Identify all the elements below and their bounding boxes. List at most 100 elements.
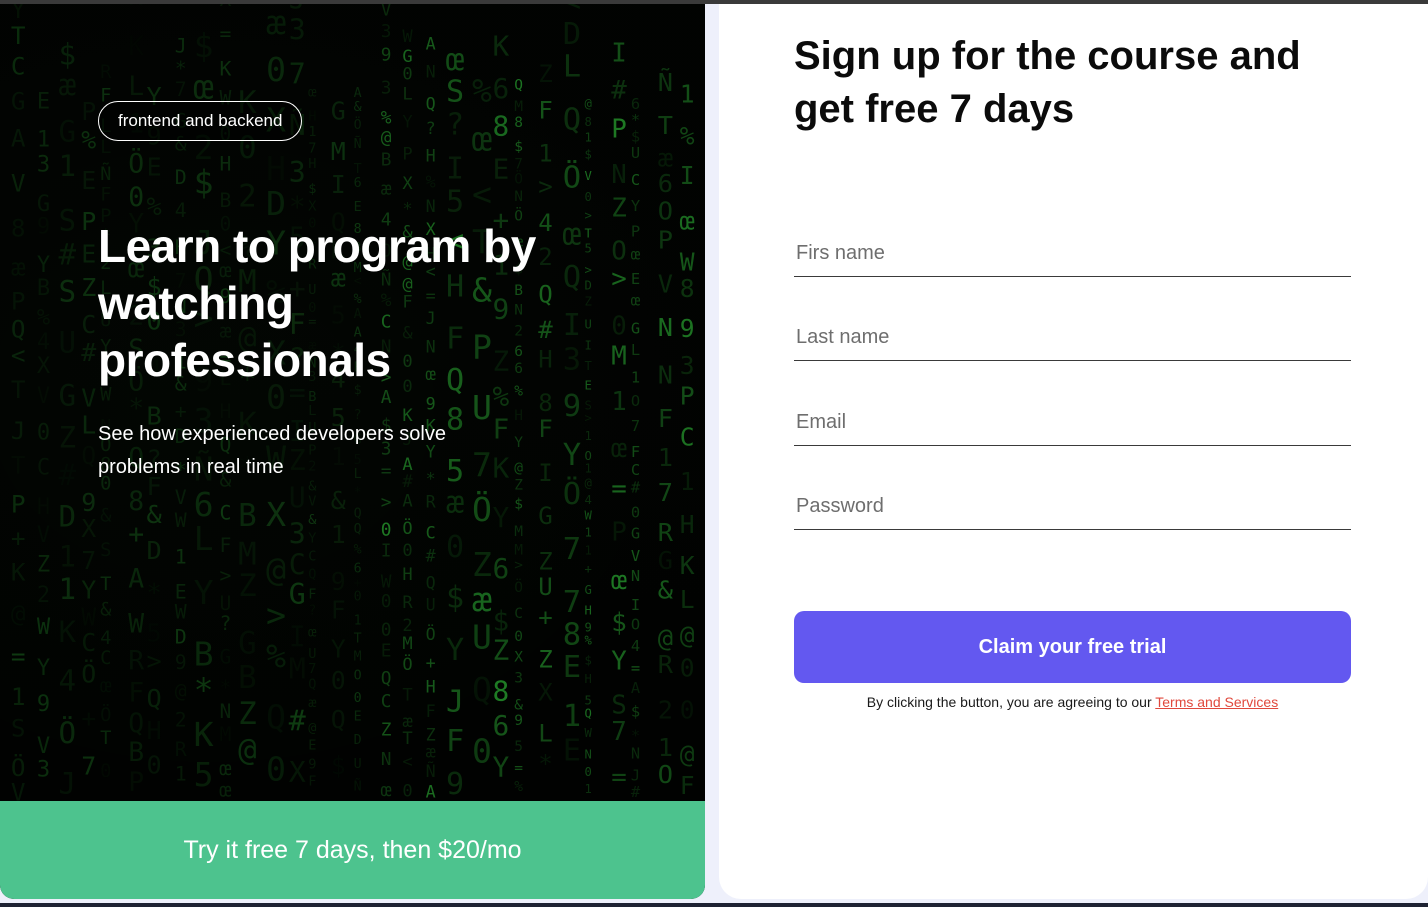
svg-text:9: 9 — [585, 620, 592, 634]
svg-text:1: 1 — [658, 733, 673, 762]
svg-text:8: 8 — [585, 115, 592, 129]
claim-free-trial-button[interactable]: Claim your free trial — [794, 611, 1351, 683]
trial-offer-banner: Try it free 7 days, then $20/mo — [0, 801, 705, 899]
svg-text:2: 2 — [175, 708, 187, 731]
svg-text:C: C — [381, 691, 392, 712]
svg-text:+: + — [538, 604, 553, 632]
svg-text:P: P — [11, 490, 26, 519]
svg-text:œ: œ — [100, 676, 112, 697]
svg-text:X: X — [538, 679, 553, 707]
email-field[interactable] — [794, 400, 1351, 446]
svg-text:*: * — [175, 57, 187, 80]
svg-text:1: 1 — [680, 80, 695, 109]
svg-text:U: U — [426, 595, 436, 615]
svg-text:Ö: Ö — [402, 517, 412, 539]
svg-text:$: $ — [493, 605, 510, 638]
svg-text:æ: æ — [381, 178, 392, 199]
svg-text:=: = — [220, 22, 232, 45]
svg-text:Z: Z — [611, 194, 627, 224]
svg-text:Ö: Ö — [128, 147, 144, 179]
svg-text:O: O — [658, 197, 673, 226]
svg-text:C: C — [680, 423, 695, 452]
svg-text:V: V — [381, 4, 392, 21]
svg-text:>: > — [220, 564, 232, 587]
svg-text:*: * — [147, 578, 162, 607]
svg-text:=: = — [11, 641, 26, 670]
svg-text:W: W — [37, 615, 51, 640]
terms-link[interactable]: Terms and Services — [1155, 694, 1278, 710]
svg-text:6: 6 — [493, 709, 510, 742]
svg-text:K: K — [493, 29, 510, 62]
svg-text:Q: Q — [308, 676, 316, 692]
svg-text:C: C — [81, 310, 96, 339]
svg-text:F: F — [631, 443, 640, 461]
svg-text:G: G — [289, 578, 306, 611]
svg-text:1: 1 — [175, 762, 187, 785]
svg-text:%: % — [381, 107, 392, 128]
svg-text:@: @ — [658, 623, 673, 652]
svg-text:3: 3 — [37, 153, 50, 178]
svg-text:M: M — [354, 650, 362, 665]
svg-text:3: 3 — [289, 517, 306, 550]
agreement-note: By clicking the button, you are agreeing… — [794, 694, 1351, 710]
svg-text:F: F — [308, 587, 316, 603]
svg-text:Q: Q — [266, 697, 286, 736]
svg-text:æ: æ — [11, 253, 26, 282]
svg-text:P: P — [611, 518, 627, 548]
svg-text:@: @ — [381, 127, 392, 148]
svg-text:7: 7 — [563, 532, 581, 567]
svg-text:1: 1 — [658, 443, 673, 472]
svg-text:T: T — [100, 728, 111, 749]
svg-text:N: N — [381, 749, 392, 770]
svg-text:0: 0 — [611, 311, 627, 341]
svg-text:+: + — [128, 519, 144, 550]
svg-text:H: H — [147, 716, 162, 745]
svg-text:Q: Q — [11, 314, 26, 343]
last-name-field[interactable] — [794, 315, 1351, 361]
svg-text:V: V — [308, 494, 316, 510]
svg-text:G: G — [59, 114, 77, 148]
svg-text:I: I — [289, 621, 306, 654]
svg-text:&: & — [147, 500, 163, 529]
svg-text:1: 1 — [611, 387, 627, 417]
svg-text:Ö: Ö — [354, 115, 362, 133]
svg-text:E: E — [308, 737, 316, 753]
svg-text:5: 5 — [194, 755, 214, 794]
svg-text:J: J — [631, 766, 640, 784]
svg-text:&: & — [331, 486, 346, 515]
svg-text:&: & — [658, 575, 674, 604]
svg-text:3: 3 — [37, 757, 50, 782]
password-field[interactable] — [794, 484, 1351, 530]
svg-text:Y: Y — [563, 438, 581, 473]
svg-text:U: U — [289, 482, 306, 515]
svg-text:+: + — [81, 704, 96, 733]
svg-text:T: T — [585, 227, 593, 241]
svg-text:L: L — [538, 720, 553, 748]
svg-text:F: F — [100, 185, 111, 206]
svg-text:H: H — [266, 149, 286, 188]
svg-text:1: 1 — [585, 782, 592, 796]
svg-text:0: 0 — [354, 691, 362, 706]
svg-text:6: 6 — [493, 552, 510, 585]
svg-text:V: V — [11, 168, 26, 197]
svg-text:0: 0 — [402, 782, 412, 801]
svg-text:Q: Q — [426, 573, 436, 593]
svg-text:œ: œ — [308, 84, 317, 100]
svg-text:Ö: Ö — [472, 489, 492, 529]
svg-text:9: 9 — [381, 45, 392, 66]
svg-text:D: D — [59, 499, 77, 533]
svg-text:Z: Z — [538, 60, 553, 88]
svg-text:$: $ — [446, 580, 464, 615]
svg-text:V: V — [37, 384, 50, 409]
svg-text:C: C — [81, 628, 96, 657]
svg-text:Z: Z — [493, 634, 510, 667]
svg-text:O: O — [354, 668, 362, 683]
svg-text:2: 2 — [658, 695, 673, 724]
svg-text:@: @ — [514, 461, 523, 477]
first-name-field[interactable] — [794, 231, 1351, 277]
svg-text:7: 7 — [289, 57, 306, 90]
svg-text:1: 1 — [585, 544, 592, 558]
svg-text:F: F — [128, 678, 144, 709]
svg-text:O: O — [611, 236, 627, 266]
svg-text:Ñ: Ñ — [354, 778, 362, 795]
